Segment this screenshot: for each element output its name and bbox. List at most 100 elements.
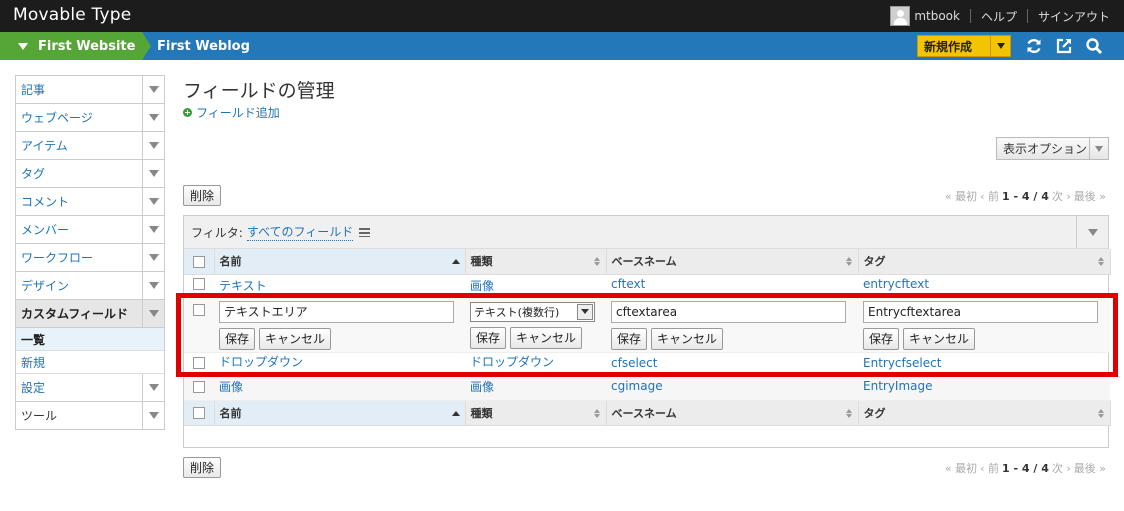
sidebar-item-label: ウェブページ	[21, 111, 93, 125]
tag-input[interactable]: Entrycftextarea	[863, 300, 1098, 323]
sidebar-item-settings[interactable]: 設定	[16, 374, 164, 402]
row-checkbox[interactable]	[193, 380, 205, 393]
column-header-label: ベースネーム	[611, 255, 677, 269]
chevron-down-icon[interactable]	[1076, 216, 1108, 248]
sidebar-item-tags[interactable]: タグ	[16, 160, 164, 188]
external-view-icon[interactable]	[1055, 37, 1073, 55]
sidebar-subitem-new[interactable]: 新規	[16, 351, 164, 374]
row-name[interactable]: ドロップダウン	[214, 352, 465, 373]
chevron-down-icon[interactable]	[142, 374, 164, 401]
list-icon[interactable]	[359, 227, 371, 237]
search-icon[interactable]	[1085, 37, 1103, 55]
column-header-name[interactable]: 名前	[214, 400, 466, 426]
type-select[interactable]: テキスト(複数行)	[470, 301, 595, 322]
row-checkbox[interactable]	[193, 278, 205, 290]
sidebar-item-workflow[interactable]: ワークフロー	[16, 244, 164, 272]
pager-next[interactable]: 次 ›	[1052, 460, 1071, 476]
row-type[interactable]: 画像	[465, 274, 606, 295]
sidebar-item-pages[interactable]: ウェブページ	[16, 104, 164, 132]
pager-prev[interactable]: ‹ 前	[980, 188, 999, 204]
website-tab[interactable]: First Website	[0, 32, 142, 60]
sidebar-item-assets[interactable]: アイテム	[16, 132, 164, 160]
avatar-icon[interactable]	[890, 6, 911, 26]
column-header-tag[interactable]: タグ	[858, 400, 1111, 426]
row-name[interactable]: テキスト	[214, 274, 465, 295]
name-input[interactable]: テキストエリア	[219, 300, 454, 323]
filter-select-link[interactable]: すべてのフィールド	[246, 223, 354, 241]
chevron-down-icon[interactable]	[142, 216, 164, 243]
chevron-down-icon[interactable]	[142, 76, 164, 103]
column-header-label: 名前	[219, 255, 242, 269]
row-tag[interactable]: EntryImage	[858, 372, 1110, 401]
row-basename[interactable]: cftext	[606, 274, 858, 295]
select-all-checkbox[interactable]	[193, 255, 205, 268]
row-tag[interactable]: entrycftext	[858, 274, 1110, 295]
pager-last[interactable]: 最後 »	[1074, 188, 1106, 204]
display-options-button[interactable]: 表示オプション	[996, 137, 1109, 160]
chevron-down-icon[interactable]	[142, 300, 164, 327]
refresh-icon[interactable]	[1025, 37, 1043, 55]
column-header-basename[interactable]: ベースネーム	[606, 249, 859, 275]
row-basename[interactable]: cgimage	[606, 372, 858, 401]
save-button[interactable]: 保存	[470, 326, 507, 349]
pager-first[interactable]: « 最初	[945, 188, 977, 204]
sort-asc-icon	[451, 259, 460, 264]
chevron-down-icon[interactable]	[142, 188, 164, 215]
row-name[interactable]: 画像	[214, 372, 465, 401]
sidebar-item-custom-fields[interactable]: カスタムフィールド	[16, 300, 164, 328]
row-type[interactable]: 画像	[465, 372, 606, 401]
chevron-down-icon[interactable]	[990, 36, 1010, 56]
help-link[interactable]: ヘルプ	[981, 8, 1017, 25]
save-button[interactable]: 保存	[863, 327, 900, 350]
column-header-name[interactable]: 名前	[214, 249, 466, 275]
sidebar-item-tools[interactable]: ツール	[16, 402, 164, 430]
row-basename[interactable]: cfselect	[606, 352, 858, 373]
edit-buttons: 保存 キャンセル	[470, 326, 606, 349]
chevron-down-icon[interactable]	[142, 132, 164, 159]
cancel-button[interactable]: キャンセル	[259, 327, 332, 350]
column-header-type[interactable]: 種類	[465, 400, 607, 426]
signout-link[interactable]: サインアウト	[1038, 8, 1110, 25]
app-brand[interactable]: Movable Type	[13, 5, 131, 25]
pager-next[interactable]: 次 ›	[1052, 188, 1071, 204]
chevron-down-icon[interactable]	[142, 402, 164, 429]
chevron-down-icon[interactable]	[142, 104, 164, 131]
save-button[interactable]: 保存	[219, 327, 256, 350]
cancel-button[interactable]: キャンセル	[510, 326, 583, 349]
row-checkbox[interactable]	[193, 303, 205, 316]
blog-tab[interactable]: First Weblog	[157, 32, 250, 60]
nav-bar: First Website First Weblog 新規作成	[0, 32, 1124, 60]
pager-prev[interactable]: ‹ 前	[980, 460, 999, 476]
chevron-down-icon[interactable]	[142, 160, 164, 187]
pager-top: « 最初 ‹ 前 1 - 4 / 4 次 › 最後 »	[945, 188, 1106, 204]
column-header-tag[interactable]: タグ	[858, 249, 1111, 275]
chevron-down-icon[interactable]	[142, 244, 164, 271]
sidebar-item-entries[interactable]: 記事	[16, 76, 164, 104]
sidebar-item-label: 設定	[21, 381, 46, 395]
sort-icon	[593, 257, 601, 266]
column-header-type[interactable]: 種類	[465, 249, 607, 275]
row-tag[interactable]: Entrycfselect	[858, 352, 1110, 373]
user-name-link[interactable]: mtbook	[914, 9, 960, 23]
pager-first[interactable]: « 最初	[945, 460, 977, 476]
cancel-button[interactable]: キャンセル	[903, 327, 976, 350]
row-checkbox[interactable]	[193, 357, 205, 369]
add-field-link[interactable]: フィールド追加	[183, 104, 280, 121]
sidebar-item-members[interactable]: メンバー	[16, 216, 164, 244]
basename-input[interactable]: cftextarea	[611, 300, 846, 323]
select-all-checkbox[interactable]	[193, 407, 205, 419]
column-header-basename[interactable]: ベースネーム	[606, 400, 859, 426]
sidebar-item-comments[interactable]: コメント	[16, 188, 164, 216]
new-create-button[interactable]: 新規作成	[917, 35, 1011, 57]
sidebar-item-design[interactable]: デザイン	[16, 272, 164, 300]
chevron-down-icon[interactable]	[142, 272, 164, 299]
divider	[1026, 9, 1028, 23]
pager-last[interactable]: 最後 »	[1074, 460, 1106, 476]
row-type[interactable]: ドロップダウン	[465, 352, 606, 373]
cancel-button[interactable]: キャンセル	[651, 327, 724, 350]
save-button[interactable]: 保存	[611, 327, 648, 350]
sidebar-subitem-list[interactable]: 一覧	[16, 328, 164, 351]
delete-button-bottom[interactable]: 削除	[183, 457, 222, 478]
table-footer-row: 名前 種類 ベースネーム タグ	[184, 400, 1111, 426]
delete-button-top[interactable]: 削除	[183, 185, 222, 206]
